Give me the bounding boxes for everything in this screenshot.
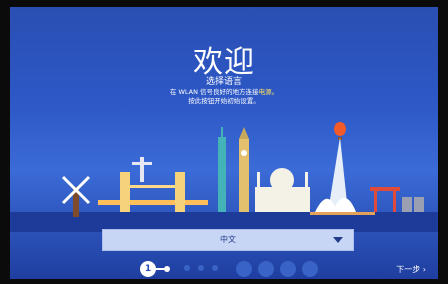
step-dot-large: [236, 261, 252, 277]
torii-gate-icon: [370, 187, 400, 212]
windmill-icon: [61, 175, 91, 217]
step-dot: [198, 265, 204, 271]
step-progress-dot: [164, 266, 170, 272]
tower-bridge-icon: [98, 172, 208, 212]
step-indicator-current: 1: [140, 261, 156, 277]
step-dot-large: [280, 261, 296, 277]
step-dot: [184, 265, 190, 271]
world-landmarks-illustration: [10, 122, 438, 232]
next-button[interactable]: 下一步 ›: [396, 264, 426, 275]
hint-power-highlight: 电源。: [258, 88, 279, 96]
device-frame: 欢迎 选择语言 在 WLAN 信号良好的地方连接电源。 按此按钮开始初始设置。: [0, 0, 448, 284]
big-ben-icon: [239, 127, 249, 212]
setup-screen: 欢迎 选择语言 在 WLAN 信号良好的地方连接电源。 按此按钮开始初始设置。: [10, 7, 438, 279]
opera-house-icon: [310, 198, 375, 215]
dropdown-caret-icon: [333, 237, 343, 243]
language-dropdown[interactable]: 中文: [102, 229, 354, 251]
select-language-label: 选择语言: [205, 77, 242, 87]
christ-statue-icon: [132, 157, 152, 182]
step-dot-large: [258, 261, 274, 277]
taj-mahal-icon: [255, 168, 310, 212]
step-dot-large: [302, 261, 318, 277]
taipei-101-icon: [218, 127, 226, 212]
setup-hint: 在 WLAN 信号良好的地方连接电源。 按此按钮开始初始设置。: [10, 88, 438, 106]
language-selected: 中文: [220, 235, 236, 244]
moai-icon: [402, 197, 424, 212]
hint-text-line2: 按此按钮开始初始设置。: [188, 97, 260, 105]
hint-text-line1: 在 WLAN 信号良好的地方连接: [169, 88, 259, 96]
step-dot: [212, 265, 218, 271]
setup-stepper: 1: [140, 261, 330, 277]
